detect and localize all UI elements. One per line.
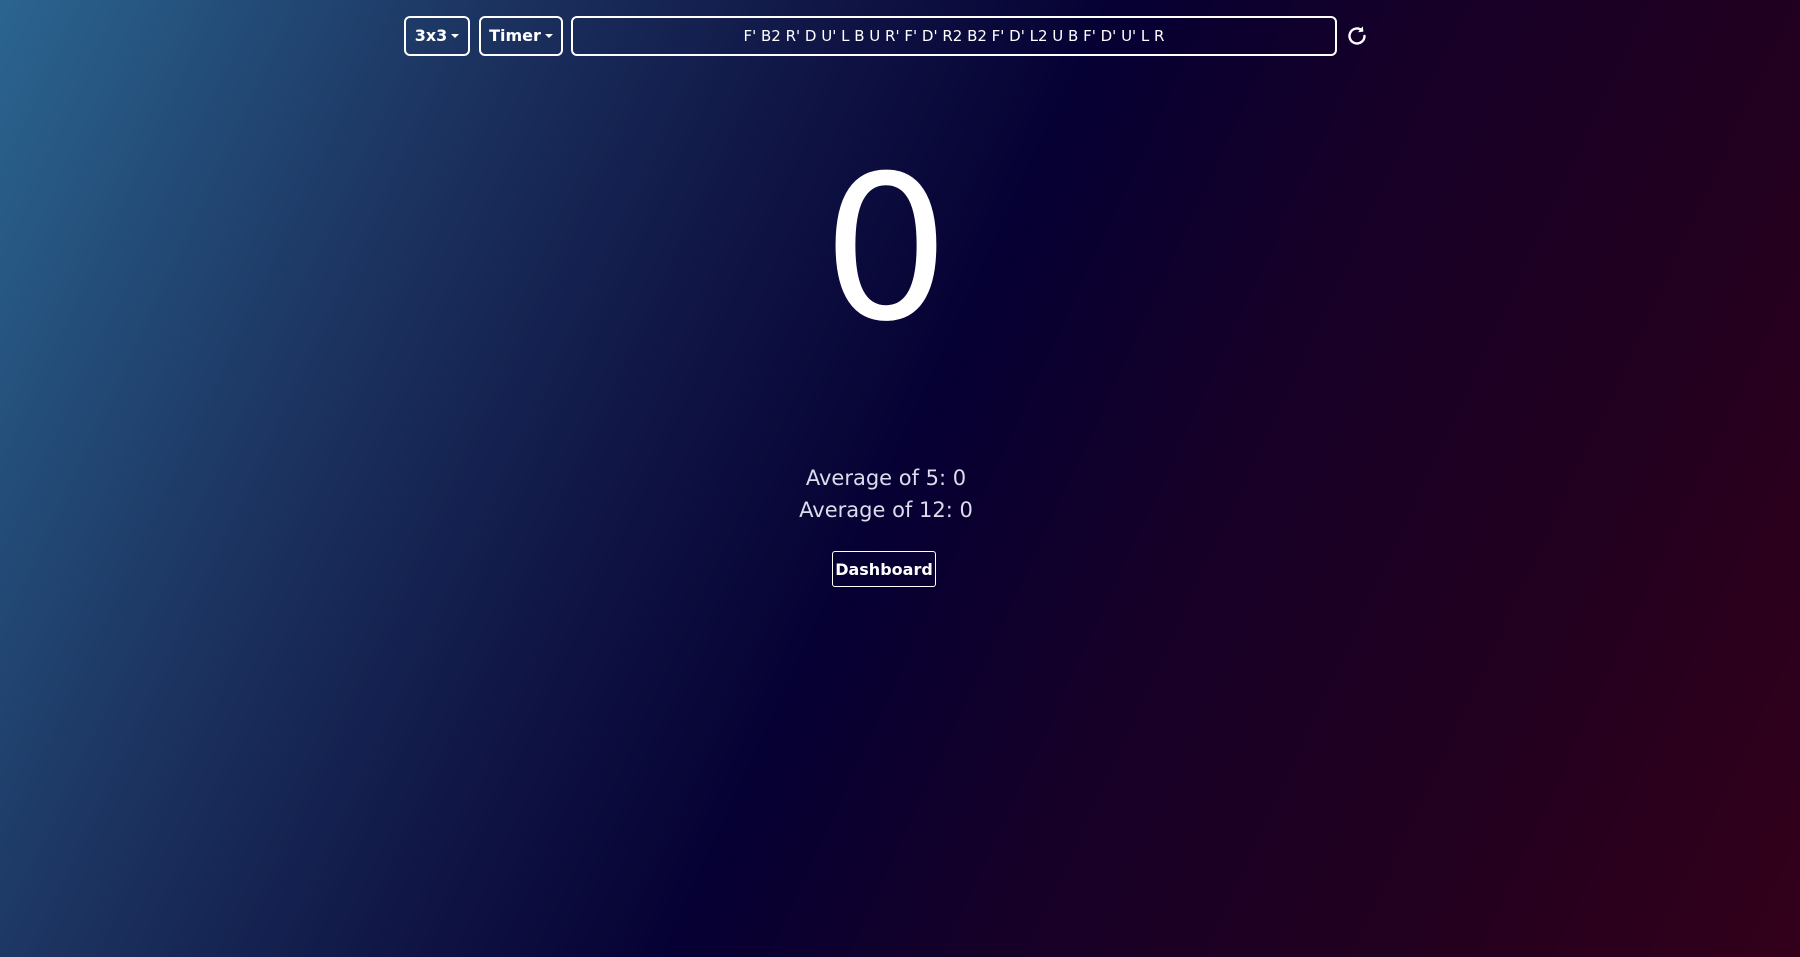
scramble-display: F' B2 R' D U' L B U R' F' D' R2 B2 F' D'… [571,16,1337,56]
mode-dropdown[interactable]: Timer [479,16,563,56]
refresh-icon[interactable] [1345,24,1369,48]
mode-label: Timer [489,26,541,45]
dashboard-button[interactable]: Dashboard [832,551,936,587]
average-of-5: Average of 5: 0 [805,466,967,490]
puzzle-type-label: 3x3 [414,26,448,45]
average-of-12: Average of 12: 0 [799,498,973,522]
caret-down-icon [544,34,553,38]
timer-display[interactable]: 0 [0,130,1772,370]
averages-panel: Average of 5: 0 Average of 12: 0 [0,462,1772,526]
top-toolbar: 3x3 Timer F' B2 R' D U' L B U R' F' D' R… [404,16,1374,56]
puzzle-type-dropdown[interactable]: 3x3 [404,16,470,56]
caret-down-icon [451,34,460,38]
